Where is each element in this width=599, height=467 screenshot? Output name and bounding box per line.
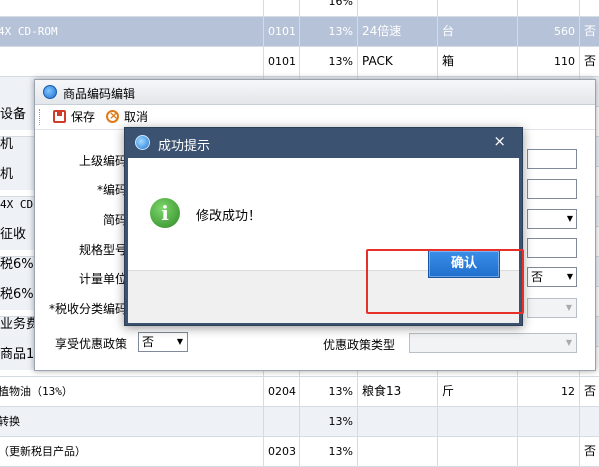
table-cell-yn: 否 — [584, 54, 597, 68]
table-row[interactable]: 植物油（13%） 0204 13% 粮食13 斤 12 否 — [0, 377, 599, 407]
save-icon — [53, 110, 66, 123]
table-row[interactable]: 4X CD-ROM 0101 13% 24倍速台 560 否 — [0, 17, 599, 47]
table-cell-rate: 13% — [300, 437, 358, 466]
table-cell-rate: 13% — [300, 407, 358, 436]
table-cell-code: 0101 — [264, 17, 300, 46]
table-cell-unit — [438, 0, 518, 16]
table-cell-unit: 箱 — [438, 47, 518, 76]
table-row[interactable]: 16% — [0, 0, 599, 17]
info-icon: i — [150, 198, 180, 228]
table-cell-yn: 否 — [584, 24, 597, 38]
editor-title-bar: 商品编码编辑 — [35, 80, 595, 105]
table-cell-name — [0, 47, 264, 76]
left-row-label: 机 — [0, 137, 14, 152]
spec-input[interactable] — [527, 238, 577, 258]
table-cell-qty: 12 — [518, 377, 580, 406]
table-cell-name: （更新税目产品） — [0, 437, 264, 466]
table-cell-name: 转换 — [0, 407, 264, 436]
highlight-box — [366, 249, 524, 314]
policy-type-select[interactable] — [409, 333, 577, 353]
table-cell-yn: 否 — [584, 444, 597, 458]
preferential-label: 享受优惠政策 — [54, 337, 127, 351]
parent-code-label: 上级编码 — [78, 154, 127, 168]
left-row-label: 税6% — [0, 257, 34, 272]
save-label: 保存 — [71, 110, 96, 124]
left-row-label: 4X CD- — [0, 198, 34, 211]
table-cell-unit: 台 — [438, 17, 518, 46]
table-cell-rate: 13% — [300, 17, 358, 46]
table-cell-spec: PACK — [358, 47, 438, 76]
left-row-label: 机 — [0, 160, 34, 190]
table-cell-rate: 16% — [300, 0, 358, 16]
left-row-label: 设备 — [0, 100, 34, 130]
app-logo-icon — [43, 85, 57, 99]
table-cell-rate: 13% — [300, 377, 358, 406]
table-cell-name: 4X CD-ROM — [0, 17, 264, 46]
table-cell-code: 0204 — [264, 377, 300, 406]
unit-label: 计量单位 — [78, 272, 127, 286]
table-cell-rate: 13% — [300, 47, 358, 76]
app-logo-icon — [135, 135, 150, 150]
parent-code-input[interactable] — [527, 149, 577, 169]
table-cell-spec — [358, 0, 438, 16]
left-row-label: 税6% — [0, 280, 34, 310]
table-cell-unit — [438, 407, 518, 436]
table-cell-code — [264, 0, 300, 16]
save-button[interactable]: 保存 — [53, 109, 95, 125]
table-cell-spec: 24倍速 — [358, 17, 438, 46]
table-cell-qty — [518, 407, 580, 436]
table-cell-unit — [438, 437, 518, 466]
short-code-select[interactable] — [527, 209, 577, 229]
dialog-title: 成功提示 — [158, 139, 211, 154]
left-row-label: 征收 — [0, 220, 34, 250]
table-row[interactable]: 转换 13% — [0, 407, 599, 437]
code-label: *编码 — [96, 183, 127, 197]
table-cell-spec — [358, 407, 438, 436]
table-cell-qty: 110 — [518, 47, 580, 76]
table-cell-spec: 粮食13 — [358, 377, 438, 406]
short-code-label: 简码 — [102, 213, 127, 227]
table-cell-qty: 560 — [518, 17, 580, 46]
toolbar-grip — [39, 109, 43, 125]
tax-class-input[interactable] — [527, 298, 577, 318]
dialog-message: 修改成功！ — [196, 209, 262, 224]
unit-select[interactable]: 否 — [527, 267, 577, 287]
editor-title: 商品编码编辑 — [63, 87, 136, 101]
left-row-label: 业务费 — [0, 317, 34, 332]
table-cell-yn — [580, 0, 599, 16]
table-row[interactable]: 0101 13% PACK 箱 110 否 — [0, 47, 599, 77]
tax-class-label: *税收分类编码 — [48, 302, 127, 316]
preferential-select[interactable]: 否 — [138, 332, 188, 352]
close-icon[interactable]: × — [493, 132, 506, 150]
table-cell-qty — [518, 437, 580, 466]
code-input[interactable] — [527, 179, 577, 199]
table-cell-name: 植物油（13%） — [0, 377, 264, 406]
table-cell-qty — [518, 0, 580, 16]
cancel-label: 取消 — [124, 110, 149, 124]
table-cell-yn: 否 — [584, 384, 597, 398]
table-cell-code: 0101 — [264, 47, 300, 76]
table-cell-code — [264, 407, 300, 436]
cancel-button[interactable]: 取消 — [106, 108, 149, 125]
cancel-icon — [106, 108, 119, 124]
table-cell-unit: 斤 — [438, 377, 518, 406]
table-cell-name — [0, 0, 264, 16]
table-cell-yn — [580, 407, 599, 436]
policy-type-label: 优惠政策类型 — [322, 338, 395, 352]
table-cell-spec — [358, 437, 438, 466]
table-cell-code: 0203 — [264, 437, 300, 466]
left-row-label: 商品13% — [0, 340, 34, 370]
table-row[interactable]: （更新税目产品） 0203 13% 否 — [0, 437, 599, 467]
dialog-title-bar: 成功提示 × — [125, 128, 522, 158]
spec-label: 规格型号 — [78, 243, 127, 257]
